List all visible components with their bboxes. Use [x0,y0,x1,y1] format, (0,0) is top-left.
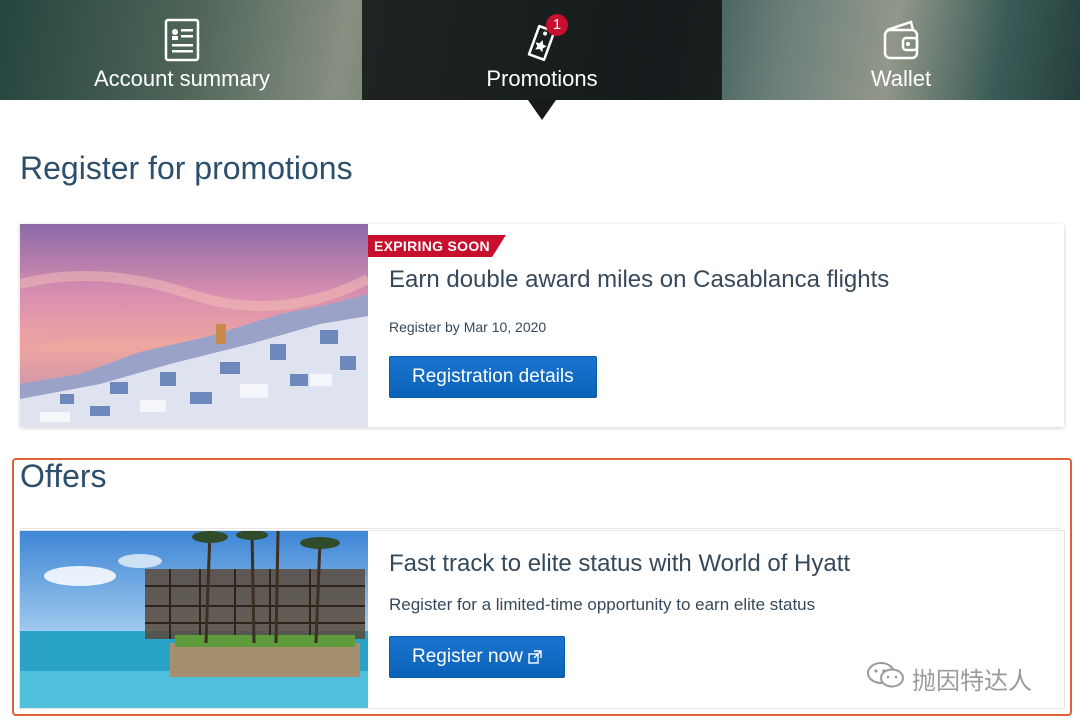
watermark-text: 抛因特达人 [912,668,1032,695]
page-title: Register for promotions [20,150,353,186]
tag-icon: 1 [522,14,568,62]
register-now-button[interactable]: Register now [389,636,565,678]
tab-label: Promotions [486,66,598,91]
hyatt-resort-photo [20,531,368,708]
external-link-icon [528,650,542,664]
registration-details-button[interactable]: Registration details [389,356,597,398]
tab-label: Account summary [93,66,271,91]
promotion-card-body: Earn double award miles on Casablanca fl… [389,224,1064,427]
offers-heading: Offers [20,458,107,494]
tab-wallet[interactable]: Wallet [722,0,1080,100]
promotion-card: EXPIRING SOON Earn double award miles on… [20,224,1064,427]
watermark: 抛因特达人 [866,660,1032,697]
top-tab-bar: Account summary 1 Promotions Wallet [0,0,1080,100]
wallet-icon [881,18,921,62]
promotion-title: Earn double award miles on Casablanca fl… [389,266,890,293]
registration-deadline: Register by Mar 10, 2020 [389,319,547,335]
tab-promotions[interactable]: 1 Promotions [362,0,722,100]
wechat-icon [866,660,906,697]
offer-title: Fast track to elite status with World of… [389,550,851,577]
tab-account-summary[interactable]: Account summary [2,0,362,100]
casablanca-photo [20,224,368,427]
offer-description: Register for a limited-time opportunity … [389,595,816,614]
offers-divider [20,528,1060,529]
document-icon [162,18,202,62]
notification-badge: 1 [546,14,568,36]
active-tab-pointer [528,100,556,120]
register-now-label: Register now [412,646,523,667]
tab-label: Wallet [870,66,932,91]
